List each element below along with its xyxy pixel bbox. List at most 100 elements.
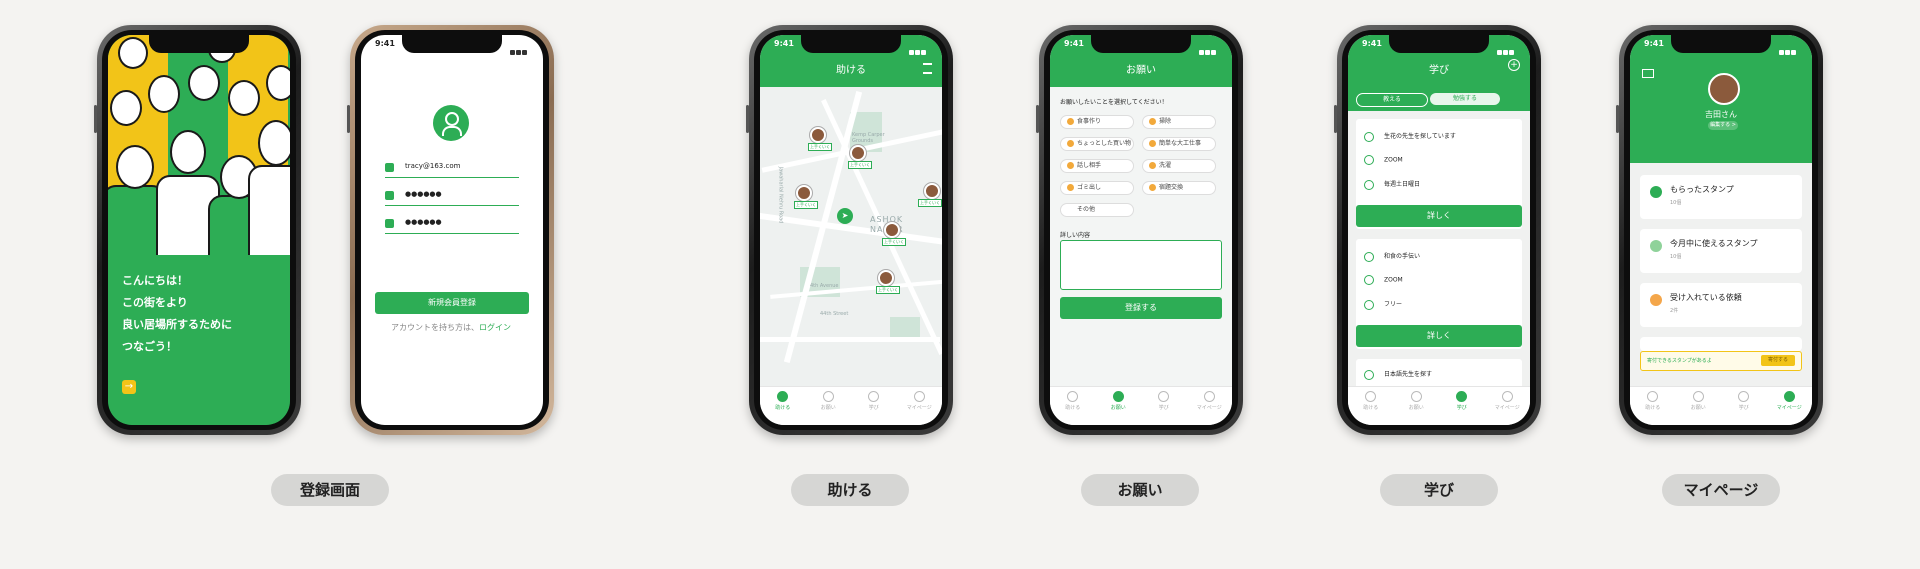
email-field[interactable]: tracy@163.com — [385, 161, 519, 178]
pin-tag: 上手くいく — [918, 199, 942, 207]
user-icon — [385, 163, 394, 172]
map-pin[interactable] — [884, 222, 900, 238]
tab-help[interactable]: 助ける — [1357, 391, 1385, 411]
tab-mypage[interactable]: マイページ — [1775, 391, 1803, 411]
tab-learn[interactable]: 学び — [860, 391, 888, 411]
tab-bar: 助ける お願い 学び マイページ — [1050, 386, 1232, 425]
lesson-title-text: 和食の手伝い — [1384, 253, 1421, 260]
map-pin[interactable] — [796, 185, 812, 201]
next-arrow-button[interactable]: → — [122, 380, 136, 394]
mail-icon[interactable] — [1642, 69, 1654, 78]
document-icon — [1650, 294, 1662, 306]
plus-icon — [1112, 391, 1124, 402]
map-pin[interactable] — [924, 183, 940, 199]
lesson-card[interactable]: 生花の先生を探しています ZOOM 毎週土日曜日 詳しく — [1356, 119, 1522, 229]
tab-request[interactable]: お願い — [1104, 391, 1132, 411]
tab-request-label: お願い — [1110, 405, 1126, 411]
submit-button[interactable]: 登録する — [1060, 297, 1222, 319]
map-pin[interactable] — [810, 127, 826, 143]
tab-mypage[interactable]: マイページ — [1493, 391, 1521, 411]
monthly-stamps-card[interactable]: 今月中に使えるスタンプ 10個 — [1640, 229, 1802, 273]
donation-banner[interactable]: 寄付できるスタンプがあるよ 寄付する — [1640, 351, 1802, 371]
detail-button[interactable]: 詳しく — [1356, 325, 1522, 347]
chip-label: ゴミ出し — [1077, 184, 1102, 191]
tab-help[interactable]: 助ける — [1059, 391, 1087, 411]
signup-button[interactable]: 新規会員登録 — [375, 292, 529, 314]
add-icon[interactable]: + — [1508, 59, 1520, 71]
login-link[interactable]: ログイン — [479, 323, 511, 332]
tab-help[interactable]: 助ける — [1639, 391, 1667, 411]
pin-icon — [1365, 391, 1377, 402]
detail-textarea[interactable] — [1060, 240, 1222, 290]
lesson-schedule: フリー — [1364, 299, 1402, 310]
pin-icon — [1647, 391, 1659, 402]
edit-profile-button[interactable]: 編集する > — [1708, 121, 1738, 130]
star-icon — [1650, 240, 1662, 252]
chip-label: 話し相手 — [1077, 162, 1102, 169]
pin-tag: 上手くいく — [882, 238, 906, 246]
tab-study[interactable]: 勉強する — [1430, 93, 1500, 105]
map-label-road: Jawaharlal Nehru Road — [777, 166, 784, 224]
tab-request[interactable]: お願い — [1402, 391, 1430, 411]
password-field[interactable]: ●●●●●● — [385, 189, 519, 206]
password-confirm-field[interactable]: ●●●●●● — [385, 217, 519, 234]
tab-mypage[interactable]: マイページ — [905, 391, 933, 411]
chip-carpentry[interactable]: 簡単な大工仕事 — [1142, 137, 1216, 151]
chip-laundry[interactable]: 洗濯 — [1142, 159, 1216, 173]
chip-label: 簡単な大工仕事 — [1159, 140, 1202, 147]
lesson-schedule: 毎週土日曜日 — [1364, 179, 1420, 190]
chip-label: 洗濯 — [1159, 162, 1172, 169]
location-arrow-icon[interactable]: ➤ — [837, 208, 853, 224]
tab-request[interactable]: お願い — [814, 391, 842, 411]
user-avatar-icon — [433, 105, 469, 141]
list-icon[interactable] — [923, 63, 932, 74]
chip-garbage[interactable]: ゴミ出し — [1060, 181, 1134, 195]
map-pin[interactable] — [878, 270, 894, 286]
page-title: 助ける — [836, 65, 866, 76]
tab-help-label: 助ける — [1645, 405, 1661, 411]
card-title: 今月中に使えるスタンプ — [1670, 239, 1758, 248]
chip-other[interactable]: その他 — [1060, 203, 1134, 217]
chip-cleaning[interactable]: 掃除 — [1142, 115, 1216, 129]
tab-help[interactable]: 助ける — [769, 391, 797, 411]
user-name: 吉田さん — [1705, 110, 1737, 119]
hand-icon — [1364, 251, 1374, 262]
chip-homework[interactable]: 宿題交換 — [1142, 181, 1216, 195]
map[interactable]: ASHOK NAGAR 4th Avenue 44th Street Kemp … — [760, 87, 942, 391]
chip-cooking[interactable]: 食事作り — [1060, 115, 1134, 129]
status-icons — [908, 40, 930, 55]
donate-button[interactable]: 寄付する — [1761, 355, 1795, 366]
chip-talk[interactable]: 話し相手 — [1060, 159, 1134, 173]
plus-icon — [1692, 391, 1704, 402]
user-icon — [913, 391, 925, 402]
tab-mypage[interactable]: マイページ — [1195, 391, 1223, 411]
status-time: 9:41 — [1064, 39, 1084, 48]
tab-help-label: 助ける — [1065, 405, 1081, 411]
tab-teach[interactable]: 教える — [1356, 93, 1428, 107]
chip-label: その他 — [1077, 206, 1096, 213]
card-count: 2件 — [1670, 308, 1679, 314]
layers-icon — [1364, 275, 1374, 285]
lesson-card[interactable]: 日本語先生を探す — [1356, 359, 1522, 389]
clock-icon — [1364, 299, 1374, 310]
tab-request[interactable]: お願い — [1684, 391, 1712, 411]
chip-label: 宿題交換 — [1159, 184, 1184, 191]
received-stamps-card[interactable]: もらったスタンプ 10個 — [1640, 175, 1802, 219]
tab-learn[interactable]: 学び — [1448, 391, 1476, 411]
tab-learn[interactable]: 学び — [1730, 391, 1758, 411]
detail-button[interactable]: 詳しく — [1356, 205, 1522, 227]
tab-request-label: お願い — [1690, 405, 1706, 411]
video-icon — [1456, 391, 1468, 402]
lesson-card[interactable]: 和食の手伝い ZOOM フリー 詳しく — [1356, 239, 1522, 349]
avatar[interactable] — [1708, 73, 1740, 105]
chip-shopping[interactable]: ちょっとした買い物 — [1060, 137, 1134, 151]
label-request: お願い — [1081, 474, 1199, 506]
map-pin[interactable] — [850, 145, 866, 161]
status-time: 9:41 — [375, 39, 395, 48]
plus-icon — [822, 391, 834, 402]
tab-learn[interactable]: 学び — [1150, 391, 1178, 411]
accepted-requests-card[interactable]: 受け入れている依頼 2件 — [1640, 283, 1802, 327]
intro-line-1: こんにちは！ — [122, 274, 188, 287]
tab-mypage-label: マイページ — [906, 405, 932, 411]
list-card-partial — [1640, 337, 1802, 351]
